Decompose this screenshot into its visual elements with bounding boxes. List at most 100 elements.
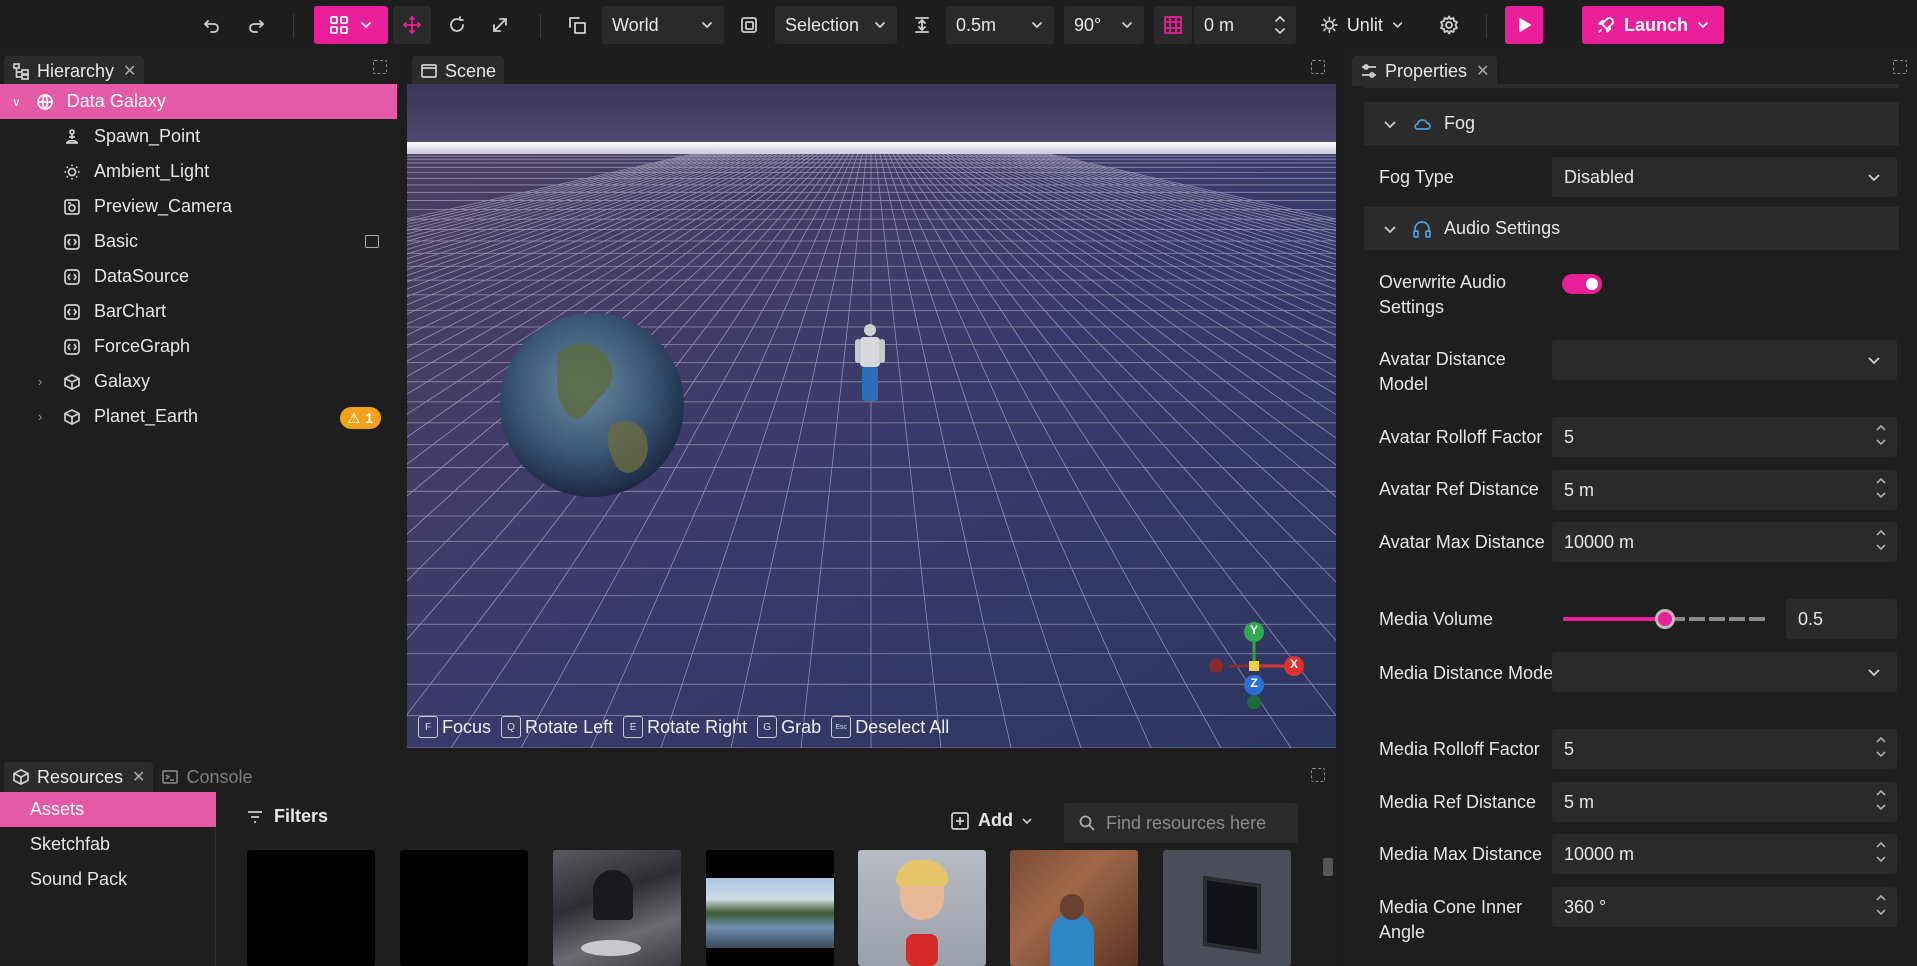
fog-type-select[interactable]: Disabled	[1552, 157, 1897, 197]
resource-search-input[interactable]: Find resources here	[1064, 803, 1298, 843]
media-distance-model-select[interactable]	[1552, 652, 1897, 692]
grid-toggle-button[interactable]	[1154, 6, 1192, 44]
resource-thumbnail[interactable]	[247, 850, 375, 966]
undo-button[interactable]	[198, 6, 226, 44]
rotate-tool-button[interactable]	[442, 6, 472, 44]
media-volume-slider[interactable]	[1563, 609, 1767, 629]
light-icon	[1321, 16, 1338, 34]
close-icon[interactable]: ✕	[123, 61, 136, 81]
media-volume-input[interactable]: 0.5	[1786, 599, 1897, 639]
sidebar-item-assets[interactable]: Assets	[0, 792, 216, 827]
tree-item-ambient-light[interactable]: Ambient_Light	[0, 154, 397, 189]
tree-item-preview-camera[interactable]: Preview_Camera	[0, 189, 397, 224]
close-icon[interactable]: ✕	[1476, 61, 1489, 81]
add-resource-button[interactable]: Add	[950, 810, 1033, 831]
shortcut-key: G	[757, 716, 778, 738]
lighting-select[interactable]: Unlit	[1310, 6, 1414, 44]
layout-mode-button[interactable]	[314, 6, 388, 44]
media-ref-distance-input[interactable]: 5 m	[1552, 782, 1897, 822]
avatar-max-distance-input[interactable]: 10000 m	[1552, 522, 1897, 562]
maximize-properties-icon[interactable]	[1893, 60, 1907, 74]
tree-item-spawn-point[interactable]: Spawn_Point	[0, 119, 397, 154]
maximize-resources-icon[interactable]	[1311, 768, 1325, 782]
tree-item-forcegraph[interactable]: ForceGraph	[0, 329, 397, 364]
lighting-value: Unlit	[1346, 14, 1383, 35]
media-max-distance-input[interactable]: 10000 m	[1552, 834, 1897, 874]
avatar-distance-model-select[interactable]	[1552, 340, 1897, 380]
stepper-arrows[interactable]	[1875, 893, 1887, 917]
resources-scrollbar[interactable]	[1323, 858, 1333, 876]
snap-rotate-select[interactable]: 90°	[1064, 6, 1144, 44]
slider-thumb[interactable]	[1655, 609, 1675, 629]
move-tool-button[interactable]	[393, 6, 431, 44]
transform-space-icon-button[interactable]	[562, 6, 592, 44]
tree-item-datasource[interactable]: DataSource	[0, 259, 397, 294]
stepper-arrows[interactable]	[1875, 735, 1887, 759]
fog-section-header[interactable]: Fog	[1364, 102, 1899, 145]
chevron-right-icon[interactable]: ›	[38, 374, 42, 389]
scene-viewport[interactable]: Y X Z	[407, 84, 1336, 748]
gizmo-x-label[interactable]: X	[1287, 657, 1301, 671]
tab-console[interactable]: Console	[153, 762, 260, 792]
tree-item-planet-earth[interactable]: › Planet_Earth ⚠ 1	[0, 399, 397, 434]
pivot-icon-button[interactable]	[734, 6, 764, 44]
fog-type-label: Fog Type	[1379, 167, 1454, 187]
redo-button[interactable]	[242, 6, 270, 44]
audio-section-header[interactable]: Audio Settings	[1364, 207, 1899, 250]
stepper-arrows[interactable]	[1875, 788, 1887, 812]
tree-item-galaxy[interactable]: › Galaxy	[0, 364, 397, 399]
section-divider	[1364, 84, 1899, 88]
scene-tabbar: Scene	[412, 52, 505, 86]
hidden-icon[interactable]	[365, 235, 379, 248]
grid-offset-stepper[interactable]: 0 m	[1194, 6, 1296, 44]
tab-properties[interactable]: Properties ✕	[1352, 56, 1498, 86]
chevron-down-icon	[1698, 22, 1708, 28]
resource-thumbnail[interactable]	[1163, 850, 1291, 966]
add-icon	[951, 811, 969, 830]
space-select[interactable]: World	[602, 6, 724, 44]
tab-scene[interactable]: Scene	[412, 56, 505, 86]
media-cone-inner-angle-input[interactable]: 360 °	[1552, 887, 1897, 927]
media-rolloff-label: Media Rolloff Factor	[1379, 739, 1540, 759]
overwrite-audio-toggle[interactable]	[1562, 274, 1602, 294]
stepper-arrows[interactable]	[1875, 840, 1887, 864]
launch-button[interactable]: Launch	[1582, 6, 1724, 44]
sidebar-item-sketchfab[interactable]: Sketchfab	[0, 827, 216, 862]
sliders-icon	[1362, 64, 1376, 78]
scale-tool-button[interactable]	[485, 6, 515, 44]
sidebar-item-sound-pack[interactable]: Sound Pack	[0, 862, 216, 897]
stepper-arrows[interactable]	[1274, 15, 1286, 35]
maximize-hierarchy-icon[interactable]	[373, 60, 387, 74]
chevron-down-icon[interactable]: ∨	[12, 95, 21, 109]
tab-scene-label: Scene	[445, 60, 497, 81]
stepper-arrows[interactable]	[1875, 528, 1887, 552]
close-icon[interactable]: ✕	[132, 767, 145, 787]
tab-resources[interactable]: Resources ✕	[4, 762, 154, 792]
resource-thumbnail[interactable]	[858, 850, 986, 966]
resource-thumbnail[interactable]	[706, 850, 834, 966]
filters-button[interactable]: Filters	[246, 806, 328, 827]
tree-item-basic[interactable]: Basic	[0, 224, 397, 259]
avatar-ref-distance-input[interactable]: 5 m	[1552, 470, 1897, 510]
play-button[interactable]	[1505, 6, 1543, 44]
settings-button[interactable]	[1434, 6, 1464, 44]
tree-item-barchart[interactable]: BarChart	[0, 294, 397, 329]
resource-thumbnail[interactable]	[1010, 850, 1138, 966]
pivot-select[interactable]: Selection	[775, 6, 897, 44]
avatar-rolloff-input[interactable]: 5	[1552, 417, 1897, 457]
maximize-scene-icon[interactable]	[1311, 60, 1325, 74]
gizmo-z-label[interactable]: Z	[1247, 676, 1261, 690]
stepper-arrows[interactable]	[1875, 423, 1887, 447]
warning-badge[interactable]: ⚠ 1	[339, 407, 381, 429]
chevron-right-icon[interactable]: ›	[38, 409, 42, 424]
media-rolloff-input[interactable]: 5	[1552, 729, 1897, 769]
tree-item-data-galaxy[interactable]: ∨ Data Galaxy	[0, 84, 397, 119]
avatar-max-distance-value: 10000 m	[1564, 531, 1635, 552]
tree-item-label: DataSource	[94, 266, 190, 286]
resource-thumbnail[interactable]	[400, 850, 528, 966]
gizmo-y-label[interactable]: Y	[1247, 623, 1261, 637]
stepper-arrows[interactable]	[1875, 476, 1887, 500]
resource-thumbnail[interactable]	[553, 850, 681, 966]
tab-hierarchy[interactable]: Hierarchy ✕	[4, 56, 145, 86]
snap-translate-select[interactable]: 0.5m	[946, 6, 1054, 44]
